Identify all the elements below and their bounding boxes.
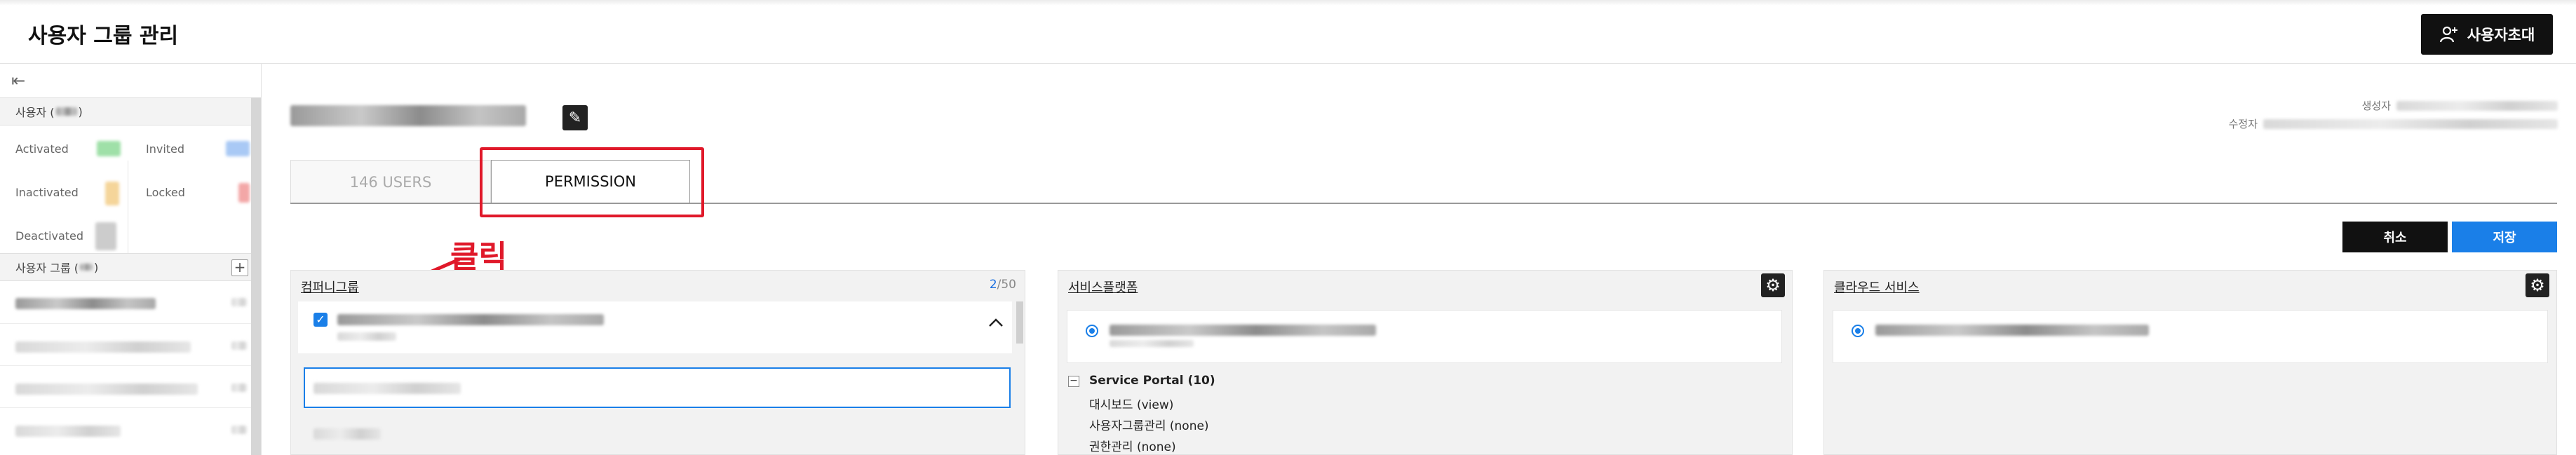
users-section-label: 사용자 ( xyxy=(15,106,55,119)
group-name-redacted xyxy=(15,298,156,309)
company-search-input[interactable] xyxy=(304,367,1011,408)
company-group-count-total: /50 xyxy=(997,278,1016,292)
users-section-suffix: ) xyxy=(78,104,83,118)
page-title: 사용자 그룹 관리 xyxy=(28,24,179,48)
tree-item-user-group-mgmt[interactable]: 사용자그룹관리 (none) xyxy=(1089,416,1209,433)
groups-section-suffix: ) xyxy=(94,260,99,274)
cancel-button[interactable]: 취소 xyxy=(2342,222,2448,252)
annotation-highlight-box xyxy=(480,147,704,217)
modifier-line: 수정자 xyxy=(2229,116,2558,131)
status-locked-count xyxy=(238,183,250,203)
edit-group-name-button[interactable]: ✎ xyxy=(562,105,588,130)
group-name-redacted xyxy=(290,105,526,126)
status-deactivated-count xyxy=(95,222,116,250)
company-panel-scrollbar[interactable] xyxy=(1016,301,1023,344)
cloud-service-title: 클라우드 서비스 xyxy=(1834,280,1920,295)
status-invited-count xyxy=(226,141,250,156)
service-platform-panel: 서비스플랫폼 ⚙ − Service Portal (10) 대시보드 (vie… xyxy=(1058,270,1793,455)
group-list-item[interactable] xyxy=(0,281,251,324)
company-item-checkbox[interactable]: ✓ xyxy=(313,313,328,327)
status-locked-label: Locked xyxy=(146,186,185,199)
group-count-redacted xyxy=(231,298,247,306)
creator-label: 생성자 xyxy=(2361,100,2391,112)
company-group-title: 컴퍼니그룹 xyxy=(301,280,359,295)
tree-collapse-icon[interactable]: − xyxy=(1068,376,1079,387)
groups-count-redacted xyxy=(80,264,93,271)
service-platform-radio[interactable] xyxy=(1086,325,1098,337)
cloud-service-settings-button[interactable]: ⚙ xyxy=(2526,273,2549,297)
status-deactivated-label: Deactivated xyxy=(15,229,84,243)
modifier-label: 수정자 xyxy=(2228,118,2258,130)
company-group-panel: 컴퍼니그룹 2/50 ✓ xyxy=(290,270,1025,455)
gear-icon: ⚙ xyxy=(1765,276,1781,295)
add-group-button[interactable]: + xyxy=(231,259,248,276)
modifier-value-redacted xyxy=(2263,118,2558,129)
company-group-count-selected: 2 xyxy=(989,278,997,292)
group-list-item[interactable] xyxy=(0,323,251,366)
creator-value-redacted xyxy=(2396,100,2558,111)
company-item-selected[interactable]: ✓ xyxy=(298,301,1012,353)
status-inactivated-count xyxy=(105,182,119,205)
service-platform-sub-redacted xyxy=(1110,340,1194,347)
tab-users[interactable]: 146 USERS xyxy=(290,160,491,203)
sidebar-users-section: 사용자 ( ) xyxy=(0,97,251,125)
collapse-sidebar-icon[interactable]: ⇤ xyxy=(11,71,25,90)
cloud-service-item[interactable] xyxy=(1833,310,2548,363)
invite-user-label: 사용자초대 xyxy=(2467,27,2535,43)
sidebar-groups-section: 사용자 그룹 ( ) + xyxy=(0,253,251,281)
gear-icon: ⚙ xyxy=(2530,276,2545,295)
group-count-redacted xyxy=(231,383,247,392)
creator-line: 생성자 xyxy=(2362,98,2558,113)
chevron-up-icon[interactable] xyxy=(988,317,1004,328)
company-search-value-redacted xyxy=(313,383,461,394)
cloud-service-name-redacted xyxy=(1875,325,2149,336)
status-activated-count xyxy=(97,141,121,156)
plus-icon: + xyxy=(234,259,246,276)
checkmark-icon: ✓ xyxy=(316,313,325,326)
tree-root-service-portal[interactable]: Service Portal (10) xyxy=(1089,374,1215,388)
group-list-item[interactable] xyxy=(0,365,251,408)
group-count-redacted xyxy=(231,341,247,350)
tree-item-permission-mgmt[interactable]: 권한관리 (none) xyxy=(1089,437,1176,454)
service-platform-settings-button[interactable]: ⚙ xyxy=(1761,273,1785,297)
users-count-redacted xyxy=(55,107,77,116)
service-platform-item[interactable] xyxy=(1067,310,1782,363)
group-name-redacted xyxy=(15,341,191,353)
save-button[interactable]: 저장 xyxy=(2452,222,2557,252)
status-activated-label: Activated xyxy=(15,142,69,156)
sidebar: ⇤ 사용자 ( ) Activated Invited Inactivated … xyxy=(0,64,262,455)
group-name-redacted xyxy=(15,426,121,437)
status-inactivated-label: Inactivated xyxy=(15,186,79,199)
cloud-service-panel: 클라우드 서비스 ⚙ xyxy=(1823,270,2557,455)
user-add-icon xyxy=(2439,26,2457,43)
company-item-sub-redacted xyxy=(337,332,396,341)
page-header: 사용자 그룹 관리 사용자초대 xyxy=(0,0,2576,64)
company-item-name-redacted xyxy=(337,314,604,325)
cloud-service-radio[interactable] xyxy=(1852,325,1864,337)
service-platform-title: 서비스플랫폼 xyxy=(1068,280,1138,295)
header-shadow xyxy=(0,0,2576,6)
group-list-item[interactable] xyxy=(0,407,251,449)
pencil-icon: ✎ xyxy=(568,109,582,127)
group-name-redacted xyxy=(15,383,198,395)
status-invited-label: Invited xyxy=(146,142,185,156)
group-count-redacted xyxy=(231,426,247,434)
service-platform-name-redacted xyxy=(1110,325,1376,336)
company-group-count: 2/50 xyxy=(990,278,1016,292)
tree-item-dashboard[interactable]: 대시보드 (view) xyxy=(1089,395,1173,412)
sidebar-scrollbar[interactable] xyxy=(251,97,261,455)
invite-user-button[interactable]: 사용자초대 xyxy=(2421,14,2553,55)
groups-section-label: 사용자 그룹 ( xyxy=(15,262,79,275)
company-subitem-redacted xyxy=(313,428,381,440)
